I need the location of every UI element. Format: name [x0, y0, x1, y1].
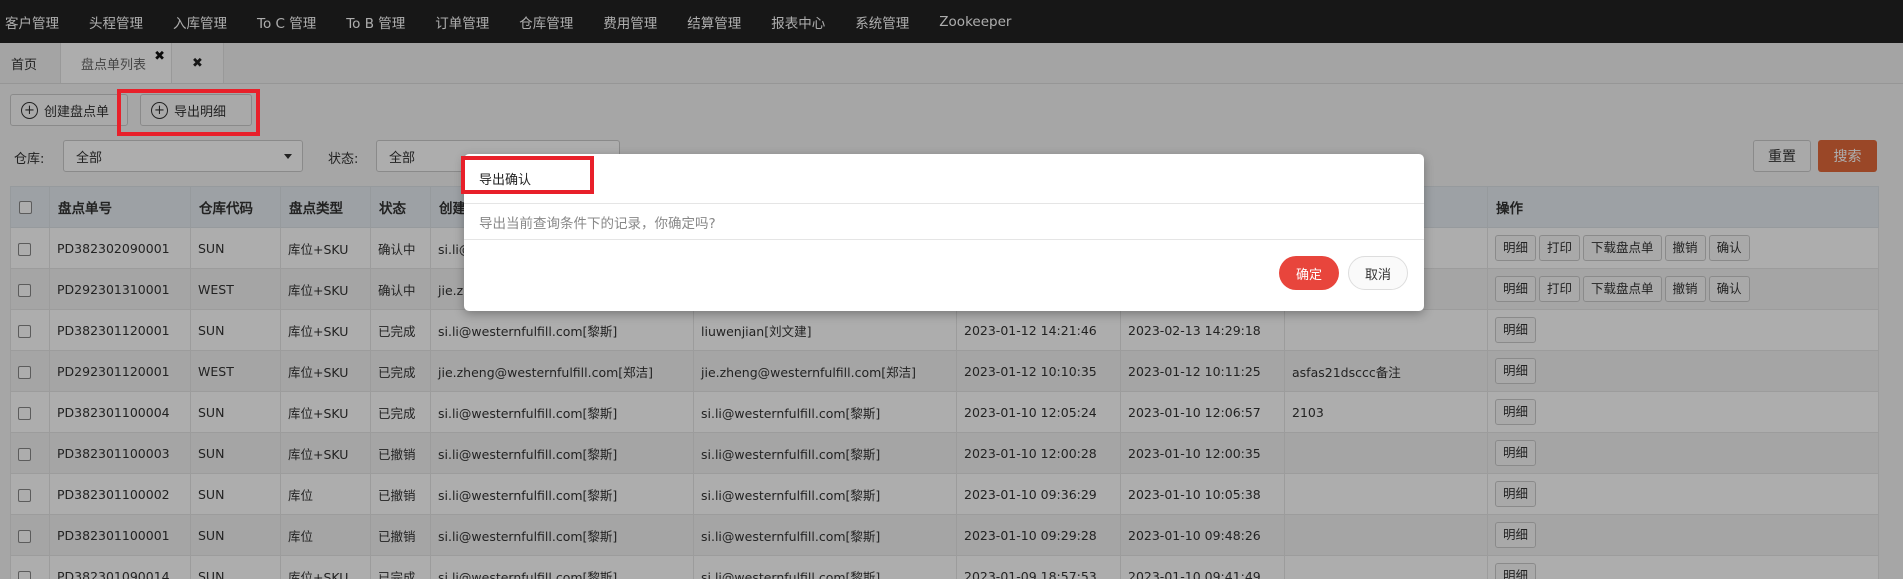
export-confirm-dialog: 导出确认 导出当前查询条件下的记录，你确定吗? 确定 取消	[464, 154, 1424, 311]
dialog-title: 导出确认	[464, 154, 1424, 204]
dialog-message: 导出当前查询条件下的记录，你确定吗?	[464, 204, 1424, 240]
cancel-button[interactable]: 取消	[1348, 256, 1408, 290]
confirm-button[interactable]: 确定	[1279, 256, 1339, 290]
